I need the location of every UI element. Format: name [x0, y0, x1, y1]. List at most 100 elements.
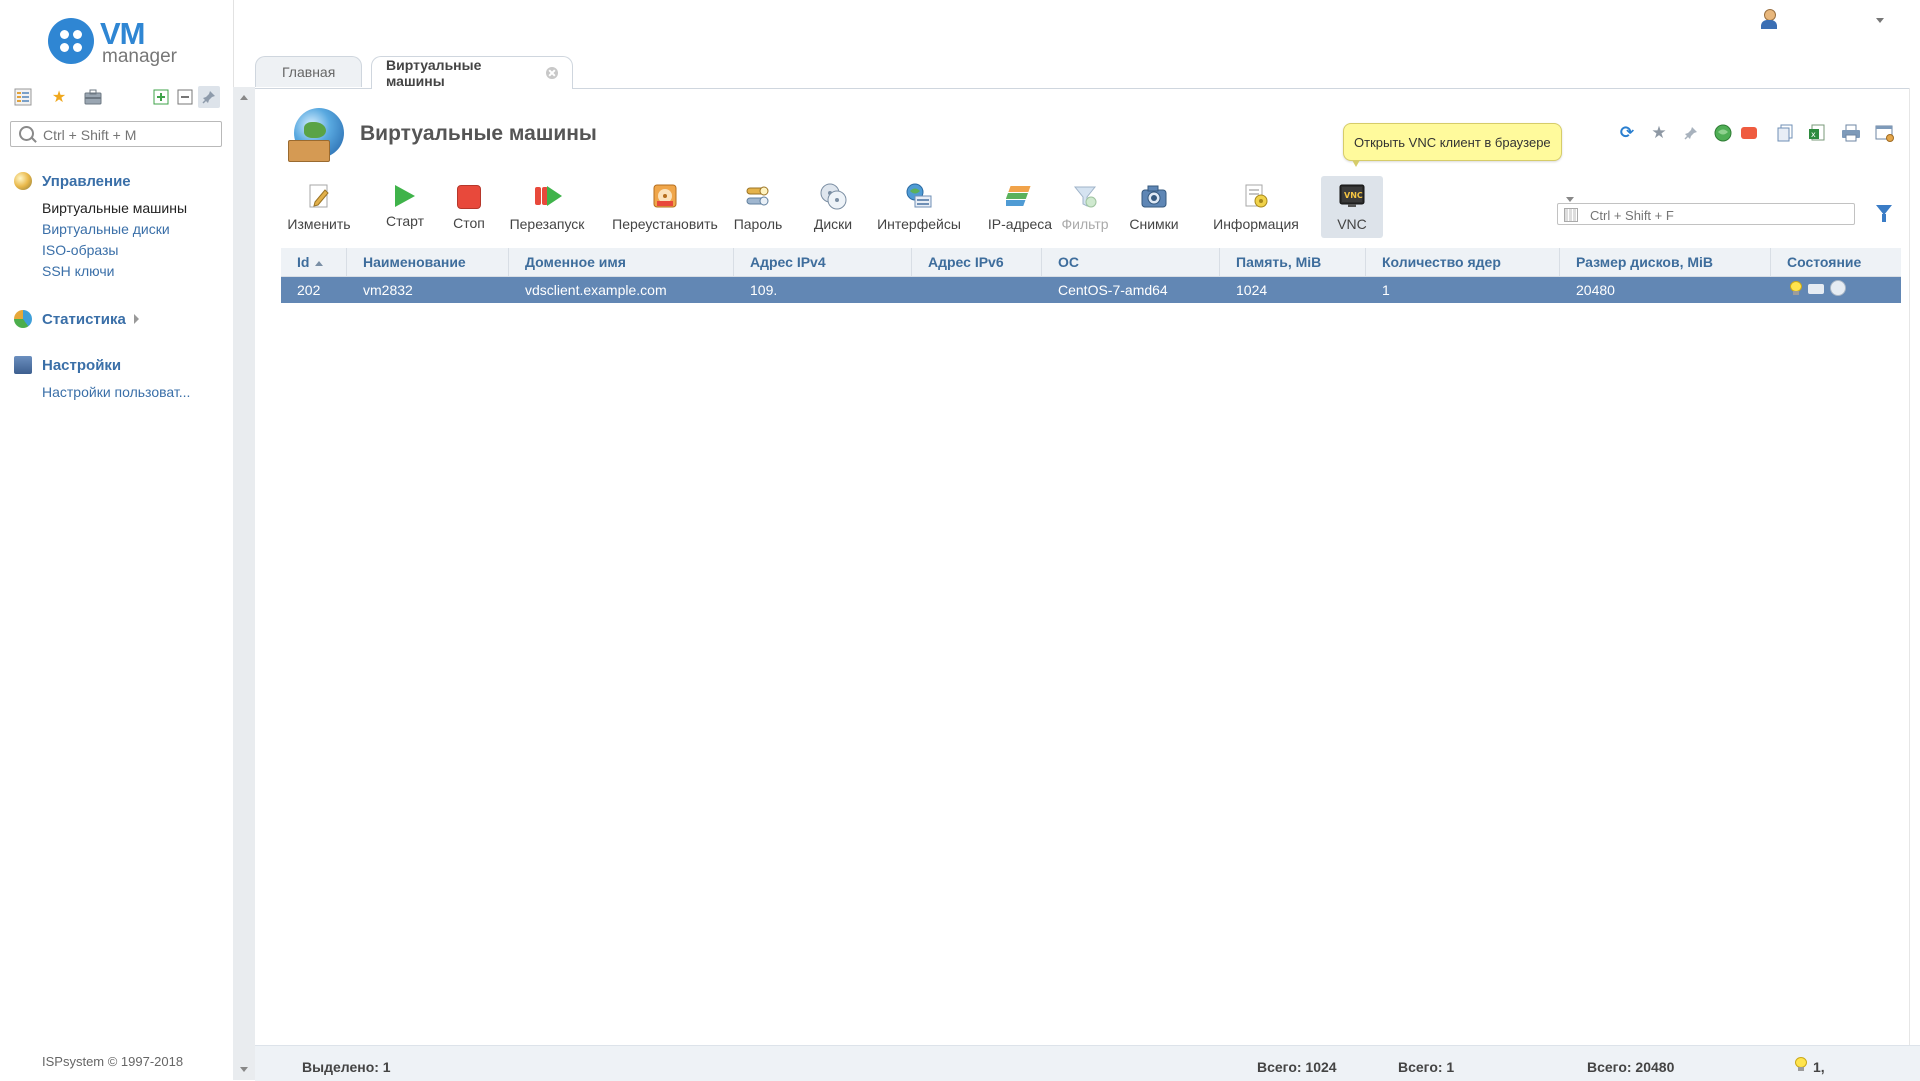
nav-group-title: Настройки [42, 356, 122, 374]
logo-text-manager: manager [102, 46, 177, 67]
bookmark-star-icon[interactable]: ★ [1648, 122, 1670, 144]
reinstall-button[interactable]: Переустановить [610, 176, 720, 238]
total-cores: Всего: 1 [1398, 1059, 1455, 1075]
stop-button[interactable]: Стоп [448, 176, 490, 238]
sidebar-item-user-settings[interactable]: Настройки пользоват... [42, 382, 190, 403]
nav-group-management-header[interactable]: Управление [14, 170, 187, 192]
info-button[interactable]: Информация [1206, 176, 1306, 238]
cell-id: 202 [297, 282, 321, 298]
column-header-disk-size[interactable]: Размер дисков, MiB [1560, 248, 1771, 276]
collapse-all-icon[interactable] [174, 86, 196, 108]
copyright: ISPsystem © 1997-2018 [42, 1054, 184, 1069]
export-excel-icon[interactable]: x [1806, 122, 1828, 144]
column-header-memory[interactable]: Память, MiB [1220, 248, 1366, 276]
copy-icon[interactable] [1774, 122, 1796, 144]
filter-button[interactable]: Фильтр [1060, 176, 1110, 238]
column-header-state[interactable]: Состояние [1771, 248, 1901, 276]
snapshots-label: Снимки [1129, 216, 1179, 232]
total-disk: Всего: 20480 [1587, 1059, 1675, 1075]
tab-home[interactable]: Главная [255, 56, 362, 87]
cell-cores: 1 [1382, 282, 1390, 298]
vmmanager-logo[interactable]: VM manager [48, 16, 208, 70]
red-stop-icon[interactable] [1738, 122, 1760, 144]
table-search-field[interactable] [1557, 203, 1855, 225]
pin-page-icon[interactable] [1680, 122, 1702, 144]
table-search-input[interactable] [1588, 206, 1842, 224]
column-header-ipv6[interactable]: Адрес IPv6 [912, 248, 1042, 276]
cell-ipv6 [912, 277, 1042, 303]
user-avatar-icon [1760, 8, 1778, 30]
restart-label: Перезапуск [509, 216, 585, 232]
search-icon [19, 126, 34, 141]
nav-group-statistics: Статистика [14, 308, 139, 330]
nav-group-title: Управление [42, 172, 131, 190]
print-icon[interactable] [1840, 122, 1862, 144]
expand-all-icon[interactable] [150, 86, 172, 108]
content-scrollbar[interactable] [1909, 88, 1920, 1058]
sidebar-scrollbar[interactable] [233, 87, 255, 1080]
stop-label: Стоп [453, 215, 485, 231]
total-memory: Всего: 1024 [1257, 1059, 1337, 1075]
filter-icon[interactable] [1876, 205, 1892, 222]
scroll-down-icon[interactable] [240, 1067, 248, 1072]
sidebar-item-iso-images[interactable]: ISO-образы [42, 240, 187, 261]
column-header-os[interactable]: ОС [1042, 248, 1220, 276]
green-globe-icon[interactable] [1712, 122, 1734, 144]
snapshots-button[interactable]: Снимки [1124, 176, 1184, 238]
vnc-monitor-icon: VNC [1338, 182, 1366, 210]
favorites-star-icon[interactable]: ★ [48, 86, 70, 108]
grid-search-icon [1564, 208, 1578, 222]
column-header-id[interactable]: Id [281, 248, 347, 276]
play-icon [395, 185, 415, 207]
power-on-bulb-icon [1790, 281, 1802, 295]
table-settings-icon[interactable] [1874, 122, 1896, 144]
menu-search-field[interactable] [10, 121, 222, 147]
table-row[interactable]: 202 vm2832 vdsclient.example.com 109. Ce… [281, 277, 1901, 303]
nav-group-statistics-header[interactable]: Статистика [14, 308, 139, 330]
info-dropdown-chevron-icon[interactable] [1566, 197, 1574, 202]
vnc-button[interactable]: VNC VNC [1321, 176, 1383, 238]
virtual-machines-globe-icon [288, 106, 348, 164]
column-title: Количество ядер [1382, 254, 1501, 270]
menu-tree-icon[interactable] [12, 86, 34, 108]
cell-ipv4: 109. [750, 282, 778, 298]
start-button[interactable]: Старт [380, 176, 430, 238]
column-title: Адрес IPv6 [928, 254, 1004, 270]
svg-text:VNC: VNC [1344, 191, 1363, 200]
nav-group-management: Управление Виртуальные машины Виртуальны… [14, 170, 187, 282]
user-menu[interactable] [1760, 8, 1884, 32]
restart-button[interactable]: Перезапуск [502, 176, 592, 238]
start-label: Старт [385, 213, 425, 229]
disks-button[interactable]: Диски [808, 176, 858, 238]
ip-addresses-button[interactable]: IP-адреса [986, 176, 1054, 238]
refresh-icon[interactable]: ⟳ [1616, 122, 1638, 144]
sidebar-item-ssh-keys[interactable]: SSH ключи [42, 261, 187, 282]
sidebar-toolbar: ★ [12, 86, 224, 110]
column-header-cores[interactable]: Количество ядер [1366, 248, 1560, 276]
sidebar-item-virtual-machines[interactable]: Виртуальные машины [42, 198, 187, 219]
sidebar-item-virtual-disks[interactable]: Виртуальные диски [42, 219, 187, 240]
chevron-down-icon [1876, 18, 1884, 23]
menu-search-input[interactable] [41, 125, 215, 145]
tab-virtual-machines[interactable]: Виртуальные машины [371, 56, 573, 89]
page-title: Виртуальные машины [360, 122, 597, 145]
state-bulb-icon [1795, 1057, 1807, 1071]
table-footer: Выделено: 1 Всего: 1024 Всего: 1 Всего: … [255, 1045, 1920, 1081]
close-tab-icon[interactable] [546, 67, 558, 79]
cell-state [1790, 280, 1846, 296]
scroll-up-icon[interactable] [240, 95, 248, 100]
interfaces-label: Интерфейсы [877, 216, 961, 232]
filter-label: Фильтр [1061, 216, 1109, 232]
interfaces-button[interactable]: Интерфейсы [874, 176, 964, 238]
column-header-domain[interactable]: Доменное имя [509, 248, 734, 276]
column-header-name[interactable]: Наименование [347, 248, 509, 276]
edit-button[interactable]: Изменить [280, 176, 358, 238]
column-title: Состояние [1787, 254, 1862, 270]
nav-group-settings-header[interactable]: Настройки [14, 354, 190, 376]
column-header-ipv4[interactable]: Адрес IPv4 [734, 248, 912, 276]
pin-icon[interactable] [198, 86, 220, 108]
password-button[interactable]: Пароль [728, 176, 788, 238]
nav-group-settings: Настройки Настройки пользоват... [14, 354, 190, 403]
toolbox-icon[interactable] [82, 86, 104, 108]
selected-count: Выделено: 1 [302, 1059, 391, 1075]
